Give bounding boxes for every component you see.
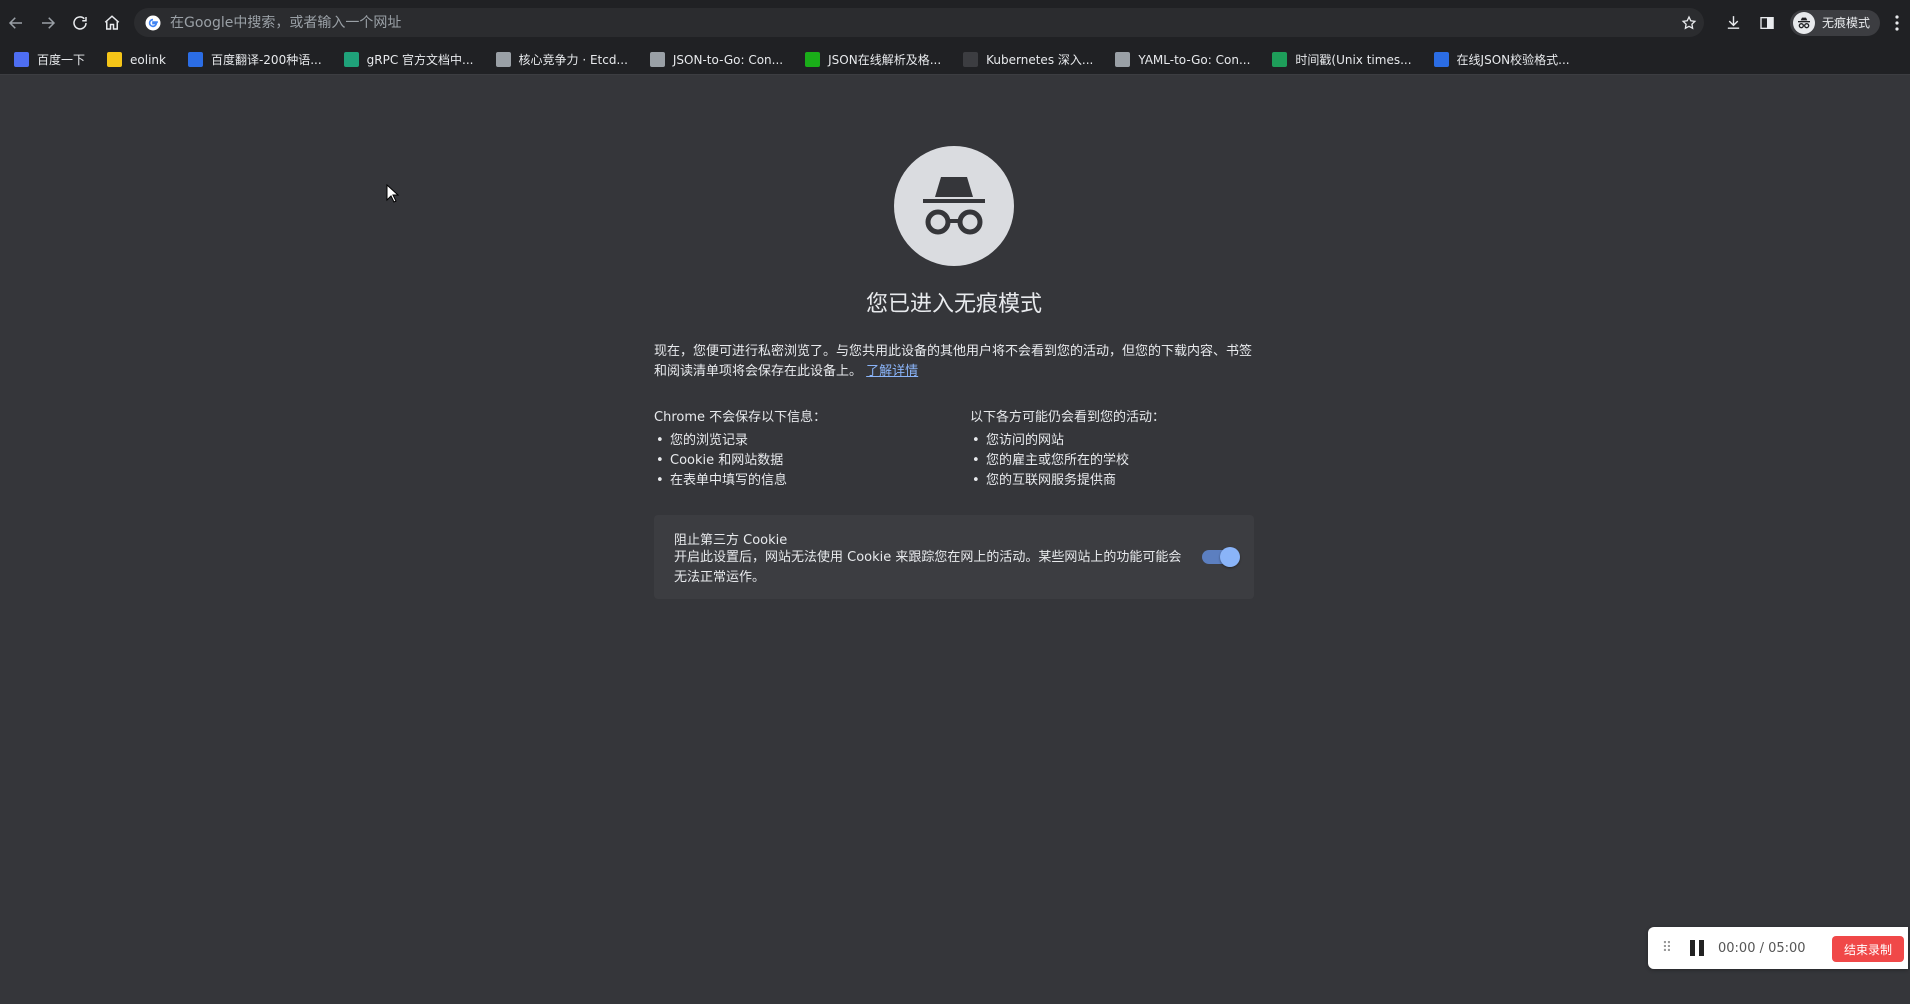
list-item: 您访问的网站	[970, 431, 1270, 451]
forward-button[interactable]	[32, 7, 64, 39]
page-title: 您已进入无痕模式	[865, 292, 1042, 317]
home-icon	[104, 14, 120, 30]
home-button[interactable]	[96, 7, 128, 39]
bookmark-label: 百度一下	[37, 53, 86, 67]
chrome-menu-button[interactable]	[1884, 8, 1910, 37]
bookmark-favicon-icon	[649, 52, 665, 67]
incognito-ntp: 您已进入无痕模式 现在，您便可进行私密浏览了。与您共用此设备的其他用户将不会看到…	[0, 76, 1910, 1004]
bookmark-item[interactable]: 时间戳(Unix times...	[1266, 48, 1417, 72]
bookmark-item[interactable]: Kubernetes 深入...	[957, 48, 1099, 72]
address-bar[interactable]	[134, 8, 1704, 37]
may-see-title: 以下各方可能仍会看到您的活动：	[970, 410, 1166, 425]
address-input[interactable]	[170, 14, 1674, 31]
side-panel-button[interactable]	[1750, 8, 1784, 37]
third-party-cookie-card: 阻止第三方 Cookie 开启此设置后，网站无法使用 Cookie 来跟踪您在网…	[654, 515, 1254, 599]
list-item: 您的浏览记录	[654, 431, 954, 451]
bookmark-favicon-icon	[1115, 52, 1131, 67]
stop-recording-button[interactable]: 结束录制	[1831, 936, 1904, 962]
bookmark-item[interactable]: YAML-to-Go: Con...	[1109, 48, 1256, 72]
list-item: 在表单中填写的信息	[654, 471, 954, 491]
bookmark-favicon-icon	[1272, 52, 1288, 67]
back-button[interactable]	[0, 7, 32, 39]
recording-timer: 00:00 / 05:00	[1718, 940, 1806, 956]
list-item: Cookie 和网站数据	[654, 451, 954, 471]
bookmark-label: 百度翻译-200种语...	[210, 53, 322, 67]
bookmark-label: 核心竞争力 · Etcd...	[518, 53, 628, 67]
toolbar-right: 无痕模式	[1716, 8, 1910, 37]
bookmark-item[interactable]: JSON-to-Go: Con...	[644, 48, 789, 72]
forward-arrow-icon	[42, 16, 56, 29]
bookmarks-bar: 百度一下 eolink 百度翻译-200种语... gRPC 官方文档中... 核心竞争…	[0, 45, 1910, 75]
bookmark-item[interactable]: JSON在线解析及格...	[799, 48, 947, 72]
incognito-label: 无痕模式	[1822, 16, 1871, 30]
download-icon	[1727, 16, 1739, 29]
toggle-knob	[1220, 547, 1240, 567]
may-see-list: 以下各方可能仍会看到您的活动： 您访问的网站 您的雇主或您所在的学校 您的互联网…	[970, 406, 1270, 491]
bookmark-label: Kubernetes 深入...	[986, 53, 1094, 67]
bookmark-label: JSON在线解析及格...	[828, 53, 942, 67]
drag-handle-icon[interactable]: ⠿	[1656, 940, 1678, 956]
learn-more-link[interactable]: 了解详情	[866, 364, 918, 379]
google-icon	[145, 15, 161, 30]
reload-icon	[73, 15, 87, 30]
intro-paragraph: 现在，您便可进行私密浏览了。与您共用此设备的其他用户将不会看到您的活动，但您的下…	[654, 344, 1253, 379]
bookmark-favicon-icon	[495, 52, 511, 67]
bookmark-item[interactable]: 百度翻译-200种语...	[182, 48, 328, 72]
bookmark-label: 时间戳(Unix times...	[1295, 53, 1412, 67]
bookmark-star-button[interactable]	[1674, 8, 1704, 37]
bookmark-label: gRPC 官方文档中...	[366, 53, 474, 67]
bookmark-favicon-icon	[963, 52, 979, 67]
bookmark-item[interactable]: gRPC 官方文档中...	[338, 48, 480, 72]
bookmark-favicon-icon	[1433, 52, 1449, 67]
not-saved-title: Chrome 不会保存以下信息：	[654, 410, 827, 425]
not-saved-list: Chrome 不会保存以下信息： 您的浏览记录 Cookie 和网站数据 在表单…	[654, 406, 954, 491]
bookmark-label: eolink	[130, 52, 166, 67]
list-item: 您的雇主或您所在的学校	[970, 451, 1270, 471]
side-panel-icon	[1760, 16, 1774, 29]
bookmark-favicon-icon	[805, 52, 821, 67]
downloads-button[interactable]	[1716, 8, 1750, 37]
bookmark-label: JSON-to-Go: Con...	[672, 52, 784, 67]
pause-button[interactable]	[1686, 937, 1708, 959]
bookmark-label: YAML-to-Go: Con...	[1138, 52, 1251, 67]
more-vertical-icon	[1895, 14, 1899, 31]
intro-text: 现在，您便可进行私密浏览了。与您共用此设备的其他用户将不会看到您的活动，但您的下…	[654, 342, 1254, 382]
bookmark-label: 在线JSON校验格式...	[1456, 53, 1570, 67]
cookie-card-title: 阻止第三方 Cookie	[674, 533, 788, 548]
bookmark-favicon-icon	[14, 52, 29, 67]
bookmark-item[interactable]: 在线JSON校验格式...	[1428, 48, 1576, 72]
list-item: 您的互联网服务提供商	[970, 471, 1270, 491]
cookie-card-description: 开启此设置后，网站无法使用 Cookie 来跟踪您在网上的活动。某些网站上的功能…	[674, 550, 1182, 585]
mouse-cursor-icon	[386, 184, 400, 203]
incognito-profile-button[interactable]: 无痕模式	[1790, 9, 1881, 36]
reload-button[interactable]	[64, 7, 96, 39]
incognito-icon	[1793, 11, 1815, 34]
bookmark-item[interactable]: eolink	[101, 48, 172, 72]
incognito-hero-icon	[894, 146, 1014, 266]
bookmark-item[interactable]: 核心竞争力 · Etcd...	[490, 48, 634, 72]
block-cookies-toggle[interactable]	[1202, 547, 1240, 567]
browser-toolbar: 无痕模式	[0, 0, 1910, 45]
bookmark-favicon-icon	[187, 52, 203, 67]
bookmark-favicon-icon	[107, 52, 123, 67]
star-icon	[1681, 14, 1697, 29]
screen-recorder-widget: ⠿ 00:00 / 05:00 结束录制	[1648, 927, 1908, 969]
back-arrow-icon	[8, 16, 22, 29]
bookmark-favicon-icon	[343, 52, 359, 67]
bookmark-item[interactable]: 百度一下	[8, 48, 91, 72]
